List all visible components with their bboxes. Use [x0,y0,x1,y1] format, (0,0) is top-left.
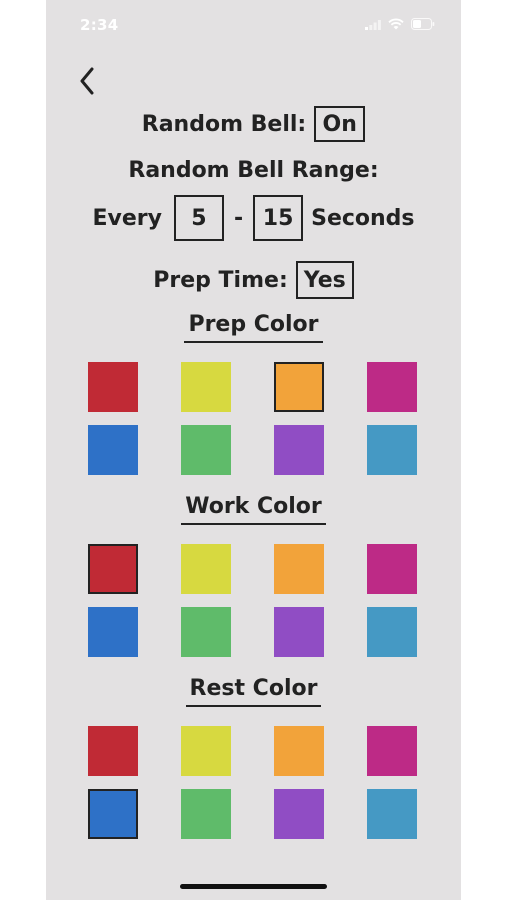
prep-swatch-yellow[interactable] [181,362,231,412]
work-swatch-red[interactable] [88,544,138,594]
prep-swatch-green[interactable] [181,425,231,475]
random-bell-label: Random Bell: [141,111,307,137]
range-prefix: Every [92,205,162,231]
prep-color-title: Prep Color [46,312,461,343]
prep-swatch-orange[interactable] [274,362,324,412]
settings-screen: 2:34 Random Bell: On Random Bell Range: … [46,0,461,900]
prep-time-toggle[interactable]: Yes [295,261,354,299]
rest-swatch-blue[interactable] [88,789,138,839]
prep-time-row: Prep Time: Yes [46,261,461,299]
work-color-title-text: Work Color [181,494,326,525]
wifi-icon [388,18,404,30]
random-bell-row: Random Bell: On [46,106,461,142]
rest-swatch-yellow[interactable] [181,726,231,776]
work-swatch-blue[interactable] [88,607,138,657]
rest-color-title-text: Rest Color [185,676,322,707]
random-bell-range-title: Random Bell Range: [46,155,461,185]
cellular-signal-icon [365,19,381,30]
rest-swatch-red[interactable] [88,726,138,776]
prep-color-title-text: Prep Color [184,312,323,343]
work-swatch-purple[interactable] [274,607,324,657]
prep-swatch-purple[interactable] [274,425,324,475]
status-icons [365,18,435,30]
work-swatch-orange[interactable] [274,544,324,594]
prep-color-grid [88,362,420,475]
range-suffix: Seconds [311,205,415,231]
rest-color-grid [88,726,420,839]
battery-icon [411,18,435,30]
rest-swatch-magenta[interactable] [367,726,417,776]
prep-swatch-magenta[interactable] [367,362,417,412]
work-swatch-teal[interactable] [367,607,417,657]
range-title-text: Random Bell Range: [128,157,379,183]
work-swatch-yellow[interactable] [181,544,231,594]
back-button[interactable] [72,64,102,98]
rest-swatch-teal[interactable] [367,789,417,839]
prep-swatch-teal[interactable] [367,425,417,475]
prep-swatch-blue[interactable] [88,425,138,475]
status-time: 2:34 [80,16,119,34]
work-swatch-magenta[interactable] [367,544,417,594]
rest-swatch-purple[interactable] [274,789,324,839]
work-color-title: Work Color [46,494,461,525]
rest-swatch-orange[interactable] [274,726,324,776]
range-max-input[interactable]: 15 [253,195,304,241]
chevron-left-icon [80,67,94,95]
prep-time-label: Prep Time: [153,267,288,293]
range-min-input[interactable]: 5 [173,195,224,241]
rest-swatch-green[interactable] [181,789,231,839]
home-indicator[interactable] [180,884,327,889]
range-separator: - [233,205,244,231]
work-color-grid [88,544,420,657]
random-bell-toggle[interactable]: On [314,106,366,142]
prep-swatch-red[interactable] [88,362,138,412]
random-bell-range-row: Every 5 - 15 Seconds [46,195,461,241]
rest-color-title: Rest Color [46,676,461,707]
work-swatch-green[interactable] [181,607,231,657]
status-bar: 2:34 [46,0,461,50]
